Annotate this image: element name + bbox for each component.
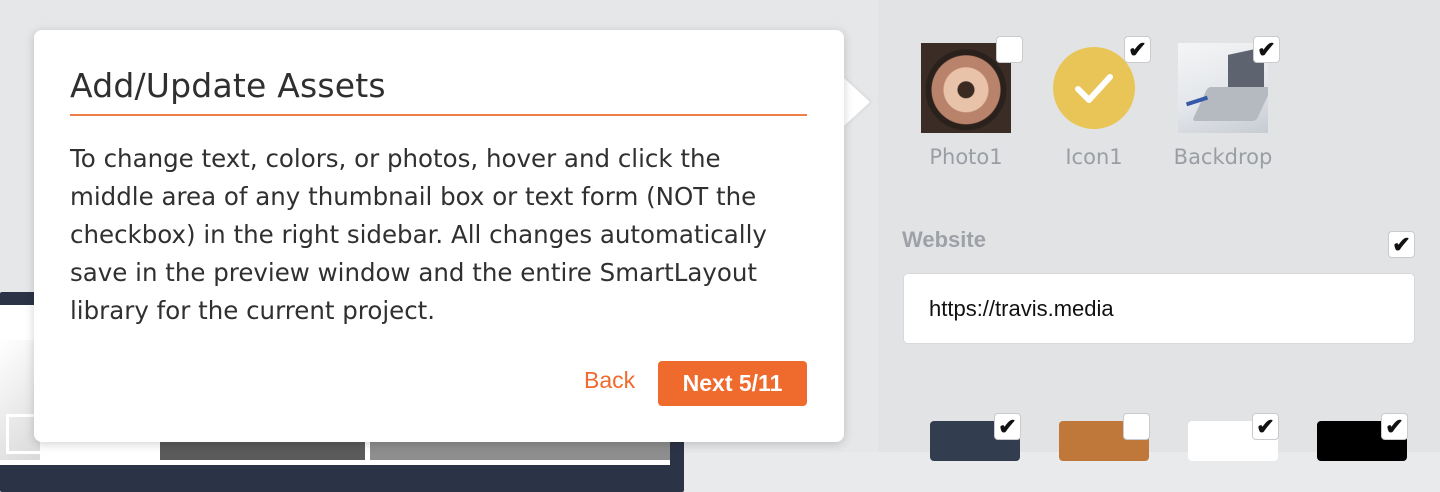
asset-icon1-checkbox[interactable]: ✔: [1124, 36, 1151, 63]
asset-label: Backdrop: [1173, 145, 1273, 169]
website-input[interactable]: [903, 273, 1415, 344]
popover-arrow: [843, 77, 870, 127]
color-swatch-checkbox[interactable]: ✔: [994, 413, 1021, 440]
website-checkbox[interactable]: ✔: [1388, 231, 1415, 258]
color-swatch-checkbox[interactable]: ✔: [1252, 413, 1279, 440]
color-swatch-checkbox[interactable]: ✔: [1381, 413, 1408, 440]
tour-popover: Add/Update Assets To change text, colors…: [34, 30, 844, 442]
back-button[interactable]: Back: [584, 367, 635, 394]
next-button[interactable]: Next 5/11: [658, 361, 807, 406]
laptop-keyboard-graphic: [1192, 87, 1268, 121]
asset-label: Icon1: [1065, 145, 1123, 169]
asset-label: Photo1: [929, 145, 1003, 169]
checkmark-icon[interactable]: [1053, 47, 1135, 129]
popover-body: To change text, colors, or photos, hover…: [70, 144, 767, 325]
asset-backdrop-checkbox[interactable]: ✔: [1253, 36, 1280, 63]
website-label: Website: [902, 227, 986, 252]
popover-divider: [70, 114, 807, 116]
color-swatch-checkbox[interactable]: [1123, 413, 1150, 440]
asset-photo1-checkbox[interactable]: [996, 36, 1023, 63]
popover-title: Add/Update Assets: [70, 66, 386, 105]
